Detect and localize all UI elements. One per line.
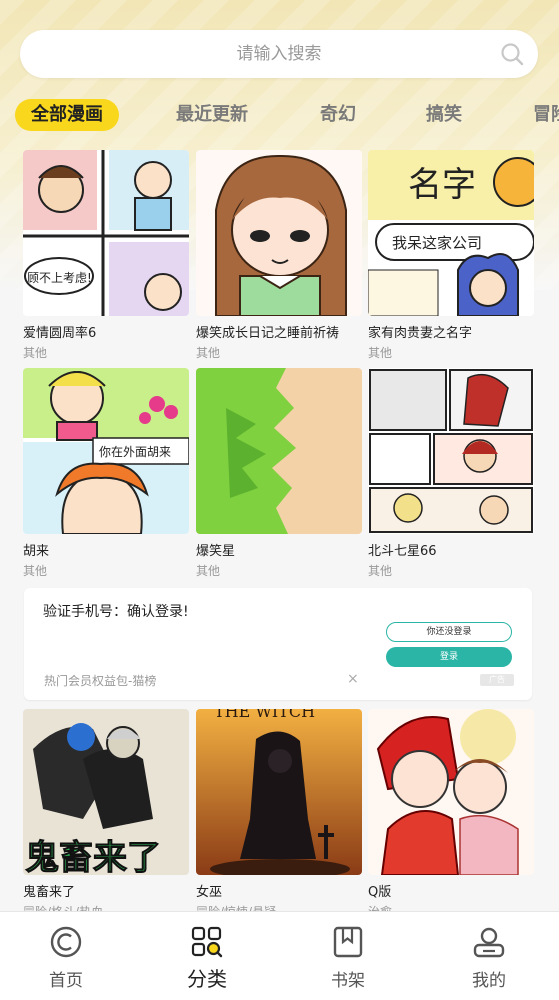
category-tabs: 全部漫画 最近更新 奇幻 搞笑 冒险 [0,98,559,134]
comic-cover[interactable]: 你在外面胡来 [23,368,189,534]
comic-cover[interactable] [196,150,362,316]
comic-cover[interactable] [368,368,534,534]
nav-label: 分类 [187,967,227,991]
comic-genre: 其他 [196,564,221,578]
comic-card[interactable]: Q版 治愈 [368,709,534,919]
comic-title: 爆笑星 [196,544,236,559]
nav-label: 首页 [49,971,83,991]
comic-title: 北斗七星66 [368,544,437,559]
comic-cover[interactable]: THE WITCH [196,709,362,875]
comic-title: Q版 [368,885,392,900]
ad-not-logged-in-button[interactable]: 你还没登录 [386,622,512,642]
tab-all-comics[interactable]: 全部漫画 [15,99,119,131]
comic-title: 爆笑成长日记之睡前祈祷 [196,326,340,341]
ad-title: 验证手机号：确认登录! [43,604,189,620]
bookshelf-icon [333,926,363,958]
comic-card[interactable]: 爆笑成长日记之睡前祈祷 其他 [196,150,362,360]
category-icon [191,926,223,958]
ad-login-button[interactable]: 登录 [386,647,512,667]
ad-subtitle: 热门会员权益包-猫榜 [44,674,157,688]
cover-text: 鬼畜来了 [25,838,161,875]
profile-icon [473,927,505,958]
comic-cover[interactable]: 鬼畜来了 [23,709,189,875]
tab-recent-updates[interactable]: 最近更新 [176,98,248,132]
ad-banner[interactable]: 验证手机号：确认登录! 你还没登录 登录 热门会员权益包-猫榜 × 广告 [24,588,532,700]
comic-genre: 其他 [23,346,48,360]
nav-home[interactable]: 首页 [0,912,136,1000]
comic-genre: 其他 [368,564,393,578]
tab-comedy[interactable]: 搞笑 [426,98,462,132]
comic-genre: 其他 [368,346,393,360]
tab-fantasy[interactable]: 奇幻 [320,98,356,132]
comic-cover[interactable]: 顾不上考虑! [23,150,189,316]
search-icon[interactable] [500,42,524,66]
comic-cover[interactable]: 名字 我呆这家公司 [368,150,534,316]
comic-card[interactable]: 鬼畜来了 鬼畜来了 冒险/格斗/热血 [23,709,189,919]
comic-card[interactable]: 爆笑星 其他 [196,368,362,578]
comic-title: 爱情圆周率6 [23,326,97,341]
comic-title: 女巫 [196,885,223,900]
search-bar[interactable]: 请输入搜索 [20,30,538,78]
comic-cover[interactable] [368,709,534,875]
comic-title: 胡来 [23,544,50,559]
comic-genre: 其他 [196,346,221,360]
home-icon [50,926,82,958]
cover-text: 名字 [408,165,476,205]
comic-genre: 其他 [23,564,48,578]
comic-cover[interactable] [196,368,362,534]
cover-text: 顾不上考虑! [27,271,92,285]
cover-text: THE WITCH [214,709,315,721]
ad-tag: 广告 [480,674,514,686]
search-placeholder: 请输入搜索 [236,44,322,64]
comic-card[interactable]: 顾不上考虑! 爱情圆周率6 其他 [23,150,189,360]
cover-text: 我呆这家公司 [392,234,482,252]
nav-profile[interactable]: 我的 [419,912,559,1000]
nav-category[interactable]: 分类 [137,912,277,1000]
comic-card[interactable]: THE WITCH 女巫 冒险/惊悚/悬疑 [196,709,362,919]
cover-text: 你在外面胡来 [99,445,171,459]
nav-label: 我的 [472,971,506,991]
bottom-navigation: 首页 分类 书架 我的 [0,911,559,1000]
nav-label: 书架 [331,971,365,991]
comic-title: 家有肉贵妻之名字 [368,326,473,341]
comic-card[interactable]: 你在外面胡来 胡来 其他 [23,368,189,578]
close-icon[interactable]: × [347,671,359,687]
tab-adventure[interactable]: 冒险 [533,98,559,132]
comic-title: 鬼畜来了 [23,885,76,900]
comic-card[interactable]: 北斗七星66 其他 [368,368,534,578]
comic-card[interactable]: 名字 我呆这家公司 家有肉贵妻之名字 其他 [368,150,534,360]
nav-bookshelf[interactable]: 书架 [278,912,418,1000]
